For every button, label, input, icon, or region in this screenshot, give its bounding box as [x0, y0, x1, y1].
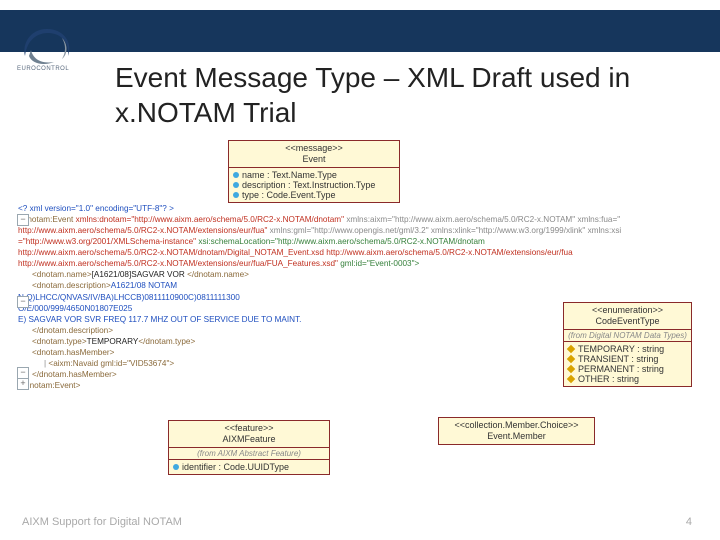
uml-message-box: <<message>> Event name : Text.Name.Type … [228, 140, 400, 203]
page-number: 4 [686, 516, 692, 528]
xml-line: E) SAGVAR VOR SVR FREQ 117.7 MHZ OUT OF … [18, 314, 513, 325]
xml-line: </dnotam:Event> [18, 380, 513, 391]
xml-line: | <aixm:Navaid gml:id="VID53674"> [18, 358, 513, 369]
attr-label: identifier : Code.UUIDType [182, 462, 289, 472]
eurocontrol-logo [18, 26, 76, 66]
enum-item: TRANSIENT : string [578, 354, 658, 364]
xml-line: </dnotam.hasMember> [18, 369, 513, 380]
enum-item: PERMANENT : string [578, 364, 664, 374]
xml-line: <dnotam.hasMember> [18, 347, 513, 358]
enum-item: TEMPORARY : string [578, 344, 664, 354]
xml-code-pane: − − − + <? xml version="1.0" encoding="U… [18, 203, 513, 399]
attr-label: type : Code.Event.Type [242, 190, 336, 200]
enum-item: OTHER : string [578, 374, 639, 384]
slide-title: Event Message Type – XML Draft used in x… [115, 60, 635, 130]
xml-line: <dnotam.description>A1621/08 NOTAM [18, 280, 513, 291]
xml-line: http://www.aixm.aero/schema/5.0/RC2-x.NO… [18, 225, 513, 236]
fold-plus-icon[interactable]: + [17, 378, 29, 390]
uml-enum-box: <<enumeration>> CodeEventType (from Digi… [563, 302, 692, 387]
footer-text: AIXM Support for Digital NOTAM [22, 516, 182, 528]
attr-icon [233, 192, 239, 198]
enum-icon [567, 375, 575, 383]
fold-minus-icon[interactable]: − [17, 296, 29, 308]
classifier-name: Event [233, 154, 395, 165]
xml-line: ="http://www.w3.org/2001/XMLSchema-insta… [18, 236, 513, 247]
attr-icon [233, 182, 239, 188]
header-bar [0, 10, 720, 52]
xml-line: </dnotam.description> [18, 325, 513, 336]
uml-collection-box: <<collection.Member.Choice>> Event.Membe… [438, 417, 595, 445]
xml-line: <? xml version="1.0" encoding="UTF-8"? > [18, 203, 513, 214]
org-name: EUROCONTROL [17, 66, 69, 72]
classifier-name: Event.Member [443, 431, 590, 442]
xml-line: http://www.aixm.aero/schema/5.0/RC2-x.NO… [18, 247, 513, 258]
xml-line: <dnotam.type>TEMPORARY</dnotam.type> [18, 336, 513, 347]
swirl-icon [18, 26, 76, 66]
stereotype-label: <<collection.Member.Choice>> [443, 420, 590, 431]
xml-line: O/E/000/999/4650N01807E025 [18, 303, 513, 314]
attr-icon [173, 464, 179, 470]
uml-feature-box: <<feature>> AIXMFeature (from AIXM Abstr… [168, 420, 330, 475]
from-note: (from Digital NOTAM Data Types) [564, 330, 691, 342]
xml-line: N Q)LHCC/QNVAS/IV/BA)LHCCB)0811110900C)0… [18, 292, 513, 303]
xml-line: <dnotam:Event xmlns:dnotam="http://www.a… [18, 214, 513, 225]
classifier-name: CodeEventType [568, 316, 687, 327]
enum-icon [567, 345, 575, 353]
attr-icon [233, 172, 239, 178]
from-note: (from AIXM Abstract Feature) [169, 448, 329, 460]
enum-icon [567, 355, 575, 363]
fold-minus-icon[interactable]: − [17, 214, 29, 226]
stereotype-label: <<message>> [233, 143, 395, 154]
xml-line: <dnotam.name>[A1621/08]SAGVAR VOR </dnot… [18, 269, 513, 280]
classifier-name: AIXMFeature [173, 434, 325, 445]
attr-label: name : Text.Name.Type [242, 170, 337, 180]
stereotype-label: <<feature>> [173, 423, 325, 434]
attr-label: description : Text.Instruction.Type [242, 180, 375, 190]
stereotype-label: <<enumeration>> [568, 305, 687, 316]
xml-line: http://www.aixm.aero/schema/5.0/RC2-x.NO… [18, 258, 513, 269]
enum-icon [567, 365, 575, 373]
